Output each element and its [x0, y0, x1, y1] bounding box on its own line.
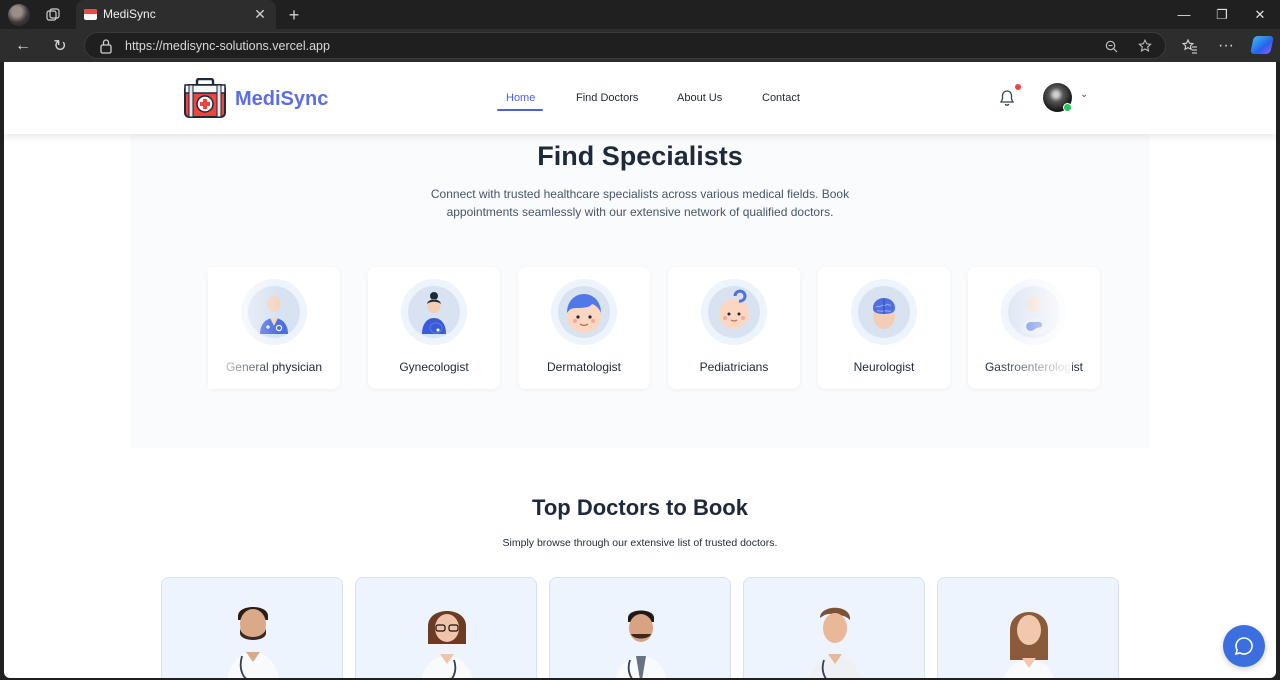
copilot-icon[interactable]	[1250, 36, 1274, 54]
doctor-card[interactable]	[549, 577, 731, 678]
specialists-description: Connect with trusted healthcare speciali…	[430, 187, 850, 219]
specialist-card-neurologist[interactable]: Neurologist	[818, 267, 950, 389]
dermatologist-icon	[558, 286, 610, 338]
specialist-label: Neurologist	[853, 360, 915, 374]
doctor-photo	[615, 610, 667, 678]
doctor-photo	[809, 607, 861, 678]
icon-ring	[241, 279, 307, 345]
browser-address-bar: ← ↻ https://medisync-solutions.vercel.ap…	[0, 29, 1280, 62]
new-tab-button[interactable]: +	[283, 4, 305, 26]
zoom-icon[interactable]	[1101, 36, 1121, 56]
brand-name[interactable]: MediSync	[235, 88, 328, 111]
nav-contact-link[interactable]: Contact	[762, 92, 800, 104]
favorite-star-icon[interactable]	[1135, 36, 1155, 56]
specialist-card-general-physician[interactable]: General physician	[208, 267, 340, 389]
nav-find-doctors-link[interactable]: Find Doctors	[576, 92, 638, 104]
general-physician-icon	[248, 286, 300, 338]
browser-tab-active[interactable]: MediSync ✕	[76, 0, 276, 29]
doctor-photo	[227, 607, 279, 678]
pediatricians-icon	[708, 286, 760, 338]
browser-tab-bar: MediSync ✕ + — ❐ ✕	[0, 0, 1280, 29]
doctor-card[interactable]	[937, 577, 1119, 678]
browser-profile-avatar[interactable]	[8, 4, 30, 26]
reload-icon[interactable]: ↻	[48, 34, 72, 58]
doctor-card[interactable]	[355, 577, 537, 678]
notification-dot	[1015, 84, 1021, 90]
specialist-label: General physician	[225, 360, 323, 374]
tab-title: MediSync	[103, 7, 156, 21]
doctor-card[interactable]	[161, 577, 343, 678]
specialist-label: Pediatricians	[699, 360, 769, 374]
page-viewport: MediSync Home Find Doctors About Us Cont…	[4, 62, 1276, 678]
nav-active-underline	[497, 109, 543, 111]
url-field[interactable]: https://medisync-solutions.vercel.app	[84, 32, 1166, 59]
tab-close-icon[interactable]: ✕	[250, 4, 270, 24]
chat-bubble-icon	[1234, 637, 1253, 656]
settings-more-icon[interactable]: ···	[1214, 34, 1238, 58]
doctor-photo	[421, 611, 473, 678]
specialist-label: Dermatologist	[546, 360, 622, 374]
site-header: MediSync Home Find Doctors About Us Cont…	[4, 62, 1276, 134]
specialist-label: Gastroenterologist	[984, 360, 1084, 374]
doctor-photo	[1004, 612, 1054, 678]
icon-ring	[551, 279, 617, 345]
icon-ring	[1001, 279, 1067, 345]
favorites-icon[interactable]	[1178, 34, 1202, 58]
doctor-card[interactable]	[743, 577, 925, 678]
specialist-carousel: General physician Gynecologist Dermatolo…	[208, 267, 1100, 389]
tab-favicon-icon	[84, 9, 97, 20]
chevron-down-icon[interactable]: ⌄	[1080, 89, 1088, 100]
icon-ring	[851, 279, 917, 345]
gynecologist-icon	[408, 286, 460, 338]
icon-ring	[401, 279, 467, 345]
notification-bell-icon[interactable]	[999, 89, 1015, 107]
nav-about-us-link[interactable]: About Us	[677, 92, 722, 104]
neurologist-icon	[858, 286, 910, 338]
specialist-card-dermatologist[interactable]: Dermatologist	[518, 267, 650, 389]
specialist-card-gynecologist[interactable]: Gynecologist	[368, 267, 500, 389]
window-minimize-button[interactable]: —	[1165, 0, 1203, 29]
lock-icon	[100, 39, 112, 54]
medical-kit-logo-icon[interactable]	[184, 78, 226, 118]
specialist-label: Gynecologist	[399, 360, 469, 374]
workspaces-icon[interactable]	[42, 4, 64, 26]
window-close-button[interactable]: ✕	[1241, 0, 1279, 29]
icon-ring	[701, 279, 767, 345]
nav-home-link[interactable]: Home	[506, 92, 535, 104]
chat-button[interactable]	[1223, 625, 1265, 667]
online-status-indicator	[1063, 103, 1072, 112]
gastroenterologist-icon	[1008, 286, 1060, 338]
specialists-title: Find Specialists	[537, 141, 743, 171]
specialist-card-pediatricians[interactable]: Pediatricians	[668, 267, 800, 389]
top-doctors-subtitle: Simply browse through our extensive list…	[502, 537, 778, 549]
url-text: https://medisync-solutions.vercel.app	[125, 39, 330, 53]
specialist-card-gastroenterologist[interactable]: Gastroenterologist	[968, 267, 1100, 389]
window-maximize-button[interactable]: ❐	[1203, 0, 1241, 29]
back-icon[interactable]: ←	[11, 34, 35, 58]
top-doctors-title: Top Doctors to Book	[532, 495, 748, 520]
